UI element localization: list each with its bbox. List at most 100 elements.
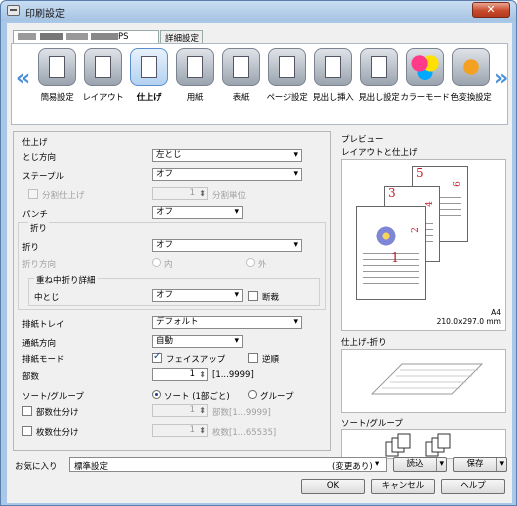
func-page-setup[interactable]: ページ設定	[262, 48, 312, 103]
feed-direction-label: 通紙方向	[22, 339, 57, 349]
fold-preview-title: 仕上げ-折り	[341, 338, 387, 348]
copies-label: 部数	[22, 372, 40, 382]
load-button[interactable]: 読込	[393, 457, 447, 472]
favorites-row: お気に入り 標準設定 (変更あり) ▾ 読込 保存	[13, 457, 507, 473]
paper-size-label: A4 210.0x297.0 mm	[436, 308, 501, 326]
preview-title: プレビュー	[341, 135, 384, 145]
print-settings-window: 印刷設定 ✕ PS 詳細設定 « 簡易設定 レイアウト 仕上げ 用紙 表紙 ペー…	[0, 0, 517, 506]
tab-advanced[interactable]: 詳細設定	[160, 30, 203, 44]
split-count-spinner[interactable]: 1	[152, 187, 208, 200]
printer-name-redacted	[18, 33, 118, 40]
punch-label: パンチ	[22, 210, 48, 220]
fold-direction-label: 折り方向	[22, 260, 57, 270]
fold-label: 折り	[22, 243, 40, 253]
fold-group-title: 折り	[28, 222, 50, 234]
chevron-down-icon: ▾	[375, 459, 380, 469]
sort-preview	[341, 429, 506, 459]
saddle-group-title: 重ね中折り詳細	[34, 274, 98, 286]
dialog-body: PS 詳細設定 « 簡易設定 レイアウト 仕上げ 用紙 表紙 ページ設定 見出し…	[7, 23, 512, 503]
sheet-split-label: 枚数仕分け	[36, 428, 79, 438]
func-tab-insert[interactable]: 見出し挿入	[308, 48, 358, 103]
output-tray-label: 排紙トレイ	[22, 320, 65, 330]
sheet-split-spinner[interactable]: 1	[152, 424, 208, 437]
basic-settings-icon	[38, 48, 76, 86]
trim-label: 断裁	[262, 293, 280, 303]
sort-group-label: ソート/グループ	[22, 392, 84, 402]
printer-icon	[7, 5, 20, 16]
func-color-convert[interactable]: 色変換設定	[446, 48, 496, 103]
favorites-select[interactable]: 標準設定 (変更あり) ▾	[69, 457, 387, 472]
reverse-order-label: 逆順	[262, 355, 280, 365]
group-radio-label: グループ	[260, 392, 294, 402]
set-split-checkbox[interactable]	[22, 406, 32, 416]
scroll-right-icon[interactable]: »	[494, 66, 508, 91]
func-finishing[interactable]: 仕上げ	[124, 48, 174, 103]
sort-radio[interactable]	[152, 390, 161, 399]
flower-illustration-icon	[375, 225, 397, 247]
favorites-changed: (変更あり)	[332, 462, 373, 472]
save-button[interactable]: 保存	[453, 457, 507, 472]
set-split-range: 部数[1...9999]	[212, 408, 271, 418]
feed-direction-select[interactable]: 自動	[152, 335, 243, 348]
output-mode-label: 排紙モード	[22, 355, 65, 365]
set-split-label: 部数仕分け	[36, 408, 79, 418]
fold-out-label: 外	[258, 260, 267, 270]
staple-select[interactable]: オフ	[152, 168, 302, 181]
fold-preview	[341, 349, 506, 413]
finishing-icon	[130, 48, 168, 86]
set-split-spinner[interactable]: 1	[152, 404, 208, 417]
preview-page-front: 1 2	[356, 206, 426, 300]
cover-icon	[222, 48, 260, 86]
binding-select[interactable]: 左とじ	[152, 149, 302, 162]
face-up-checkbox[interactable]	[152, 351, 162, 363]
saddle-stitch-label: 中とじ	[34, 293, 60, 303]
fold-out-radio[interactable]	[246, 258, 255, 267]
paper-icon	[176, 48, 214, 86]
tab-settings-icon	[360, 48, 398, 86]
close-button[interactable]: ✕	[472, 2, 510, 18]
staple-label: ステープル	[22, 172, 64, 182]
func-cover[interactable]: 表紙	[216, 48, 266, 103]
color-convert-icon	[452, 48, 490, 86]
fold-preview-graphic	[370, 363, 484, 395]
saddle-stitch-select[interactable]: オフ	[152, 289, 243, 302]
fold-select[interactable]: オフ	[152, 239, 302, 252]
sheet-split-checkbox[interactable]	[22, 426, 32, 436]
ok-button[interactable]: OK	[301, 479, 365, 494]
func-layout[interactable]: レイアウト	[78, 48, 128, 103]
punch-select[interactable]: オフ	[152, 206, 243, 219]
preview-subtitle: レイアウトと仕上げ	[341, 148, 418, 158]
section-title: 仕上げ	[22, 138, 48, 148]
group-radio[interactable]	[248, 390, 257, 399]
output-tray-select[interactable]: デフォルト	[152, 316, 302, 329]
reverse-order-checkbox[interactable]	[248, 353, 258, 363]
copies-spinner[interactable]: 1	[152, 368, 208, 381]
fold-in-label: 内	[164, 260, 173, 270]
page-setup-icon	[268, 48, 306, 86]
func-basic[interactable]: 簡易設定	[32, 48, 82, 103]
face-up-label: フェイスアップ	[166, 355, 226, 365]
help-button[interactable]: ヘルプ	[441, 479, 505, 494]
trim-checkbox[interactable]	[248, 291, 258, 301]
sort-stack-icon	[385, 433, 451, 457]
func-tab-settings[interactable]: 見出し設定	[354, 48, 404, 103]
sort-radio-label: ソート (1部ごと)	[164, 392, 230, 402]
scroll-left-icon[interactable]: «	[16, 66, 30, 91]
fold-in-radio[interactable]	[152, 258, 161, 267]
binding-label: とじ方向	[22, 153, 57, 163]
func-paper[interactable]: 用紙	[170, 48, 220, 103]
sort-preview-title: ソート/グループ	[341, 419, 403, 429]
func-color-mode[interactable]: カラーモード	[400, 48, 450, 103]
split-finish-checkbox[interactable]	[28, 189, 38, 199]
cancel-button[interactable]: キャンセル	[371, 479, 435, 494]
layout-preview: 5 6 3 4 1 2 A4 210.0x297.0 mm	[341, 159, 506, 331]
split-finish-label: 分割仕上げ	[42, 191, 85, 201]
color-mode-icon	[406, 48, 444, 86]
function-icon-bar: « 簡易設定 レイアウト 仕上げ 用紙 表紙 ページ設定 見出し挿入 見出し設定…	[11, 43, 508, 125]
sheet-split-range: 枚数[1...65535]	[212, 428, 277, 438]
finishing-panel: 仕上げ とじ方向 左とじ ステープル オフ 分割仕上げ 1 分割単位 パンチ オ…	[13, 131, 331, 451]
split-unit-label: 分割単位	[212, 191, 247, 201]
favorites-label: お気に入り	[15, 462, 58, 472]
window-title: 印刷設定	[25, 9, 65, 20]
title-bar: 印刷設定 ✕	[1, 1, 516, 21]
